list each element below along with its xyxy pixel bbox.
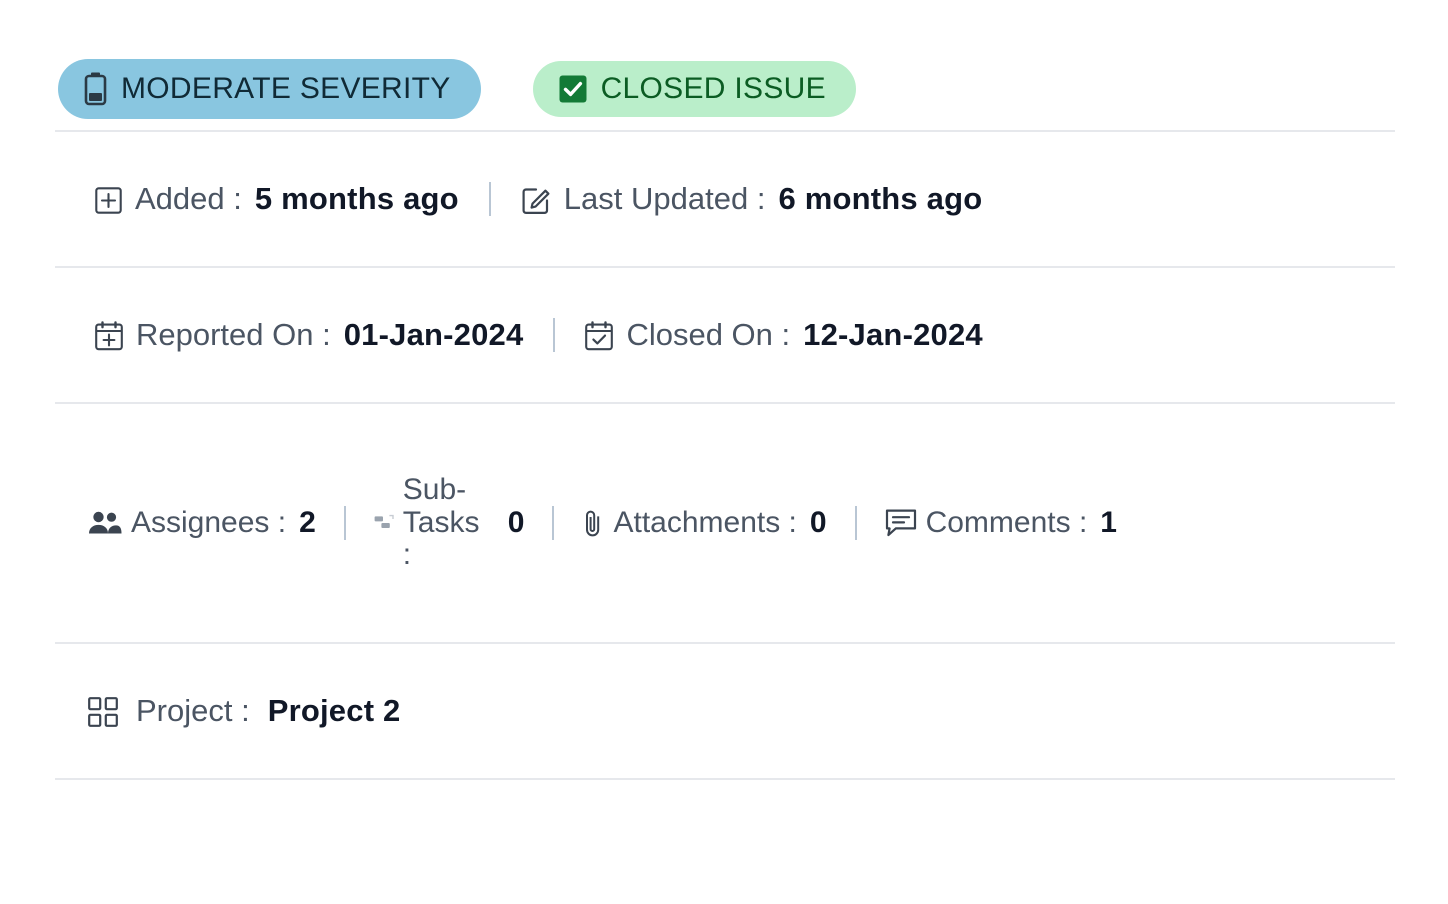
separator-pipe [854, 506, 857, 540]
project-value: Project 2 [267, 693, 401, 728]
stat-attachments-count: 0 [809, 506, 827, 539]
stats-row: Assignees : 2 Sub-Tasks : 0 Attachments … [0, 404, 1448, 642]
grid-squares-icon [88, 697, 118, 727]
project-label: Project : [136, 693, 250, 728]
last-updated-group: Last Updated : 6 months ago [521, 181, 983, 217]
separator-pipe [488, 182, 491, 216]
issue-details-panel: MODERATE SEVERITY CLOSED ISSUE Added : 5… [0, 0, 1448, 904]
severity-badge[interactable]: MODERATE SEVERITY [58, 59, 481, 119]
stat-assignees-count: 2 [299, 506, 316, 539]
battery-half-icon [84, 72, 107, 106]
separator-pipe [552, 506, 555, 540]
closed-on-label: Closed On : [626, 317, 791, 352]
reported-on-value: 01-Jan-2024 [343, 317, 524, 352]
divider-bottom [55, 778, 1395, 780]
project-group: Project : Project 2 [88, 693, 400, 729]
separator-pipe [343, 506, 346, 540]
calendar-plus-icon [95, 321, 123, 351]
last-updated-label: Last Updated : [563, 181, 766, 216]
status-badge-label: CLOSED ISSUE [600, 72, 826, 105]
paperclip-icon [582, 508, 604, 538]
badge-row: MODERATE SEVERITY CLOSED ISSUE [0, 0, 1448, 130]
stat-comments-count: 1 [1100, 506, 1117, 539]
separator-pipe [553, 318, 556, 352]
added-value: 5 months ago [254, 181, 459, 216]
users-icon [88, 510, 122, 536]
subtasks-icon [374, 514, 394, 532]
stat-subtasks-label: Sub-Tasks : [402, 473, 480, 572]
stat-comments-label: Comments : [925, 505, 1088, 539]
dates-row: Added : 5 months ago Last Updated : 6 mo… [0, 132, 1448, 266]
stat-assignees: Assignees : 2 [88, 506, 316, 540]
stat-comments: Comments : 1 [885, 506, 1117, 540]
reported-on-group: Reported On : 01-Jan-2024 [95, 317, 523, 353]
stat-assignees-label: Assignees : [131, 505, 287, 539]
stat-attachments: Attachments : 0 [582, 505, 827, 540]
severity-badge-label: MODERATE SEVERITY [121, 72, 451, 105]
stat-subtasks-count: 0 [507, 505, 525, 539]
square-plus-icon [95, 186, 122, 214]
last-updated-value: 6 months ago [778, 181, 983, 216]
closed-on-group: Closed On : 12-Jan-2024 [585, 317, 983, 353]
closed-on-value: 12-Jan-2024 [803, 317, 983, 352]
status-badge[interactable]: CLOSED ISSUE [532, 61, 856, 117]
pencil-square-icon [521, 185, 551, 215]
calendar-check-icon [585, 321, 614, 351]
reported-row: Reported On : 01-Jan-2024 Closed On : 12… [0, 268, 1448, 402]
project-row: Project : Project 2 [0, 644, 1448, 778]
added-label: Added : [135, 181, 242, 216]
added-group: Added : 5 months ago [95, 181, 459, 217]
check-square-icon [559, 75, 587, 103]
stat-attachments-label: Attachments : [613, 505, 797, 539]
comment-icon [885, 508, 917, 538]
stat-subtasks: Sub-Tasks : 0 [374, 473, 525, 572]
reported-on-label: Reported On : [136, 317, 331, 352]
